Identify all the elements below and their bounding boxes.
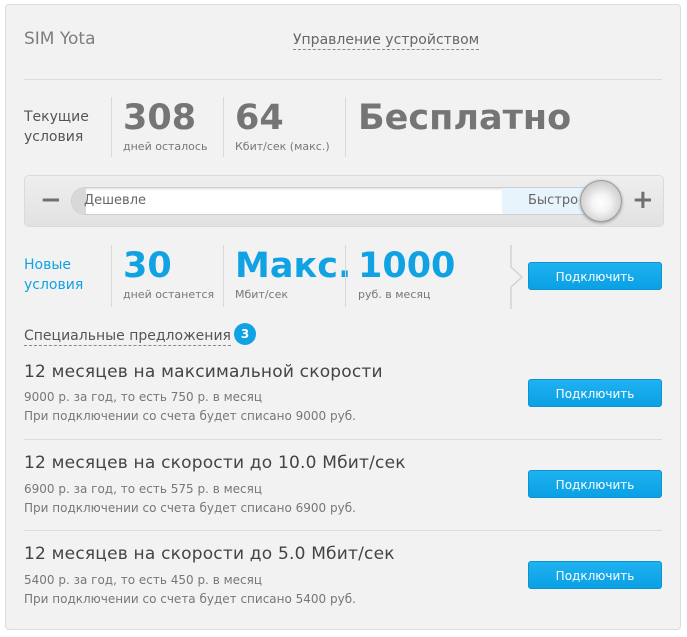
current-days-value: 308 <box>123 98 197 138</box>
connect-button-offer-1[interactable]: Подключить <box>528 379 662 407</box>
new-speed-label: Мбит/сек <box>235 288 288 301</box>
special-offers-title[interactable]: Специальные предложения <box>24 327 231 346</box>
offer-charge-line: При подключении со счета будет списано 6… <box>24 501 356 515</box>
current-days-label: дней осталось <box>123 140 208 153</box>
current-price-value: Бесплатно <box>358 98 572 138</box>
offer-price-line: 6900 р. за год, то есть 575 р. в месяц <box>24 482 262 496</box>
new-days-label: дней останется <box>123 288 215 301</box>
new-label-line1: Новые <box>24 257 72 273</box>
current-label-line2: условия <box>24 129 84 145</box>
connect-button-offer-3[interactable]: Подключить <box>528 561 662 589</box>
divider <box>111 245 112 307</box>
new-days-value: 30 <box>123 246 172 286</box>
offer-divider <box>24 530 662 531</box>
divider-arrow-icon <box>510 245 524 309</box>
new-speed-value: Макс. <box>235 246 352 286</box>
current-conditions-label: Текущие условия <box>24 107 89 147</box>
connect-button-new[interactable]: Подключить <box>528 262 662 290</box>
speed-slider-track[interactable] <box>71 187 606 215</box>
device-name: SIM Yota <box>24 29 96 49</box>
increase-button[interactable]: + <box>632 187 654 213</box>
new-price-label: руб. в месяц <box>358 288 431 301</box>
divider <box>345 97 346 157</box>
new-conditions-label: Новые условия <box>24 255 83 295</box>
offer-charge-line: При подключении со счета будет списано 9… <box>24 409 356 423</box>
offer-title: 12 месяцев на скорости до 10.0 Мбит/сек <box>24 453 406 473</box>
offer-title: 12 месяцев на максимальной скорости <box>24 362 383 382</box>
special-offers-count-badge: 3 <box>234 323 256 345</box>
offer-divider <box>24 439 662 440</box>
header-divider <box>24 79 662 80</box>
offer-title: 12 месяцев на скорости до 5.0 Мбит/сек <box>24 544 395 564</box>
current-label-line1: Текущие <box>24 109 89 125</box>
offer-price-line: 5400 р. за год, то есть 450 р. в месяц <box>24 573 262 587</box>
current-speed-label: Кбит/сек (макс.) <box>235 140 330 153</box>
offer-charge-line: При подключении со счета будет списано 5… <box>24 592 356 606</box>
cheaper-label: Дешевле <box>84 193 147 208</box>
new-price-value: 1000 <box>358 246 456 286</box>
tariff-card: SIM Yota Управление устройством Текущие … <box>5 4 681 630</box>
current-speed-value: 64 <box>235 98 284 138</box>
new-label-line2: условия <box>24 277 84 293</box>
offer-price-line: 9000 р. за год, то есть 750 р. в месяц <box>24 390 262 404</box>
divider <box>345 245 346 307</box>
divider <box>223 97 224 157</box>
connect-button-offer-2[interactable]: Подключить <box>528 470 662 498</box>
divider <box>223 245 224 307</box>
decrease-button[interactable]: − <box>40 187 62 213</box>
slider-knob[interactable] <box>580 180 622 222</box>
faster-label: Быстро <box>528 193 579 208</box>
manage-device-link[interactable]: Управление устройством <box>293 32 480 50</box>
divider <box>111 97 112 157</box>
